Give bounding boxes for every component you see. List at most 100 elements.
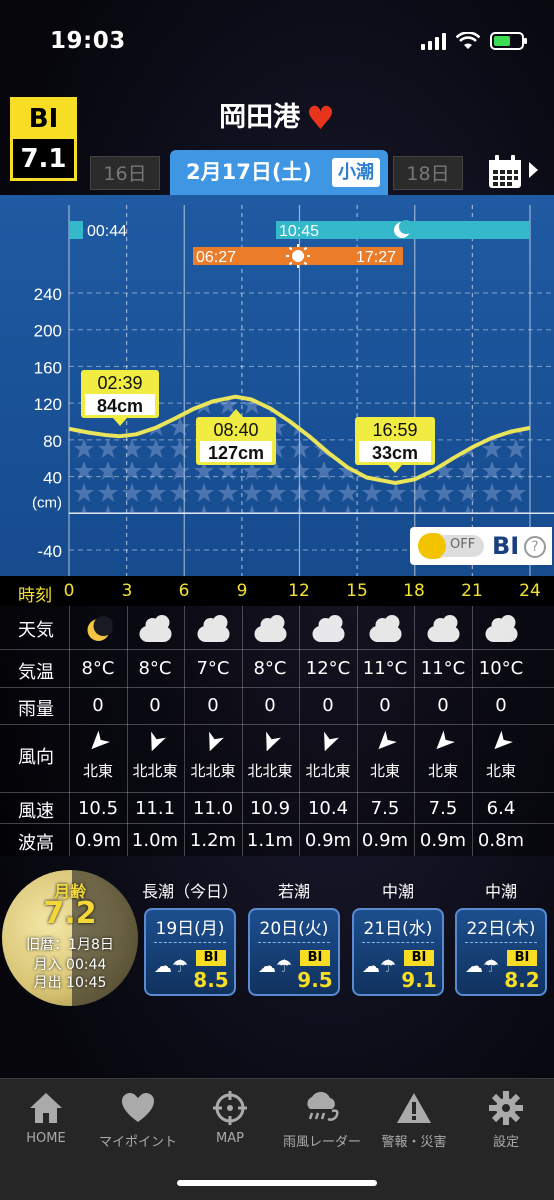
y-tick-label: -40 (37, 542, 62, 561)
hour-tick: 9 (236, 581, 248, 601)
wind-speed-cell: 7.5 (428, 798, 458, 819)
table-divider (472, 606, 473, 856)
wind-direction-cell: 北東 (82, 762, 113, 780)
next-day-button[interactable]: 18日 (393, 156, 463, 190)
moonset-bar (69, 221, 83, 239)
rainfall-cell: 0 (379, 695, 391, 716)
tab-settings[interactable]: 設定 (460, 1091, 552, 1150)
tab-home[interactable]: HOME (0, 1091, 92, 1146)
wind-speed-cell: 11.0 (192, 798, 234, 819)
moonset-time: 00:44 (87, 223, 127, 240)
wind-direction-cell: 北東 (369, 762, 400, 780)
bi-toggle[interactable]: OFF BI ? (410, 527, 552, 565)
status-icons (421, 32, 527, 50)
extreme-height: 33cm (372, 443, 418, 463)
day-card-22[interactable]: 中潮 22日(木) ☁☂ BI 8.2 (451, 878, 551, 996)
wind-speed-cell: 10.4 (307, 798, 349, 819)
y-axis-unit: (cm) (32, 494, 62, 511)
moon-set-time: 月入 00:44 (33, 957, 107, 973)
temperature-cell: 7°C (196, 658, 230, 679)
tide-name: 若潮 (277, 882, 310, 901)
wave-height-cell: 0.8m (477, 830, 525, 851)
cloud-icon (242, 615, 299, 642)
extreme-height: 84cm (97, 396, 143, 416)
y-tick-label: 200 (34, 322, 62, 341)
bi-mini-label: BI (196, 950, 226, 966)
temperature-cell: 10°C (478, 658, 524, 679)
cloud-icon (300, 615, 357, 642)
rainfall-cell: 0 (207, 695, 219, 716)
card-divider (154, 942, 226, 943)
tab-label: 雨風レーダー (282, 1135, 361, 1150)
calendar-icon[interactable] (487, 154, 523, 190)
cloud-icon (185, 615, 242, 642)
wind-arrow-icon (242, 730, 299, 759)
rain-radar-icon (307, 1091, 339, 1121)
signal-icon (421, 32, 446, 50)
tide-name: 中潮 (381, 882, 414, 901)
heart-icon (122, 1093, 154, 1122)
cloud-icon (415, 615, 472, 642)
cloud-umbrella-icon: ☁☂ (154, 956, 189, 977)
row-label: 波高 (18, 833, 54, 854)
chevron-right-icon[interactable] (529, 162, 538, 178)
heart-icon[interactable]: ♥ (306, 99, 335, 137)
tide-name: 長潮（今日） (141, 882, 238, 901)
tab-rain-radar[interactable]: 雨風レーダー (276, 1091, 368, 1150)
wind-arrow-icon (70, 730, 127, 759)
wind-arrow-icon (415, 730, 472, 759)
bi-value: 8.5 (193, 968, 229, 992)
temperature-cell: 8°C (253, 658, 287, 679)
tab-my-point[interactable]: マイポイント (92, 1091, 184, 1150)
wave-height-cell: 0.9m (361, 830, 409, 851)
home-icon (30, 1093, 62, 1123)
time-axis-label: 時刻 (18, 586, 52, 606)
cloud-umbrella-icon: ☁☂ (362, 956, 397, 977)
extreme-pointer (113, 418, 127, 426)
wifi-icon (456, 32, 480, 49)
tide-chart-svg: 240 200 160 120 80 40 -40 (cm) 00:44 10:45 06:27 17… (32, 205, 554, 576)
crescent-icon-cut (399, 220, 413, 234)
table-divider (414, 606, 415, 856)
cloud-umbrella-icon: ☁☂ (258, 956, 293, 977)
day-card-21[interactable]: 中潮 21日(水) ☁☂ BI 9.1 (348, 878, 448, 996)
wind-arrow-icon (185, 730, 242, 759)
prev-day-button[interactable]: 16日 (90, 156, 160, 190)
help-icon[interactable]: ? (524, 536, 546, 558)
rainfall-cell: 0 (149, 695, 161, 716)
wind-direction-cell: 北東 (427, 762, 458, 780)
day-card-20[interactable]: 若潮 20日(火) ☁☂ BI 9.5 (244, 878, 344, 996)
forecast-table: 天気 気温 雨量 風向 風速 波高 8°C 0 北東 10.5 0.9m 8°C 0 北北東 1… (0, 606, 554, 856)
card-divider (362, 942, 434, 943)
extreme-time: 16:59 (372, 420, 417, 440)
rainfall-cell: 0 (495, 695, 507, 716)
rainfall-cell: 0 (437, 695, 449, 716)
sun-icon (292, 250, 304, 262)
current-date-tab: 2月17日(土) 小潮 (170, 150, 388, 195)
wind-arrow-icon (300, 730, 357, 759)
moon-age: 7.2 (43, 896, 97, 931)
wind-speed-cell: 10.9 (249, 798, 291, 819)
day-card-19[interactable]: 長潮（今日） 19日(月) ☁☂ BI 8.5 (140, 878, 240, 996)
y-tick-label: 120 (34, 395, 62, 414)
moon-icon (70, 616, 127, 649)
temperature-cell: 12°C (305, 658, 351, 679)
warning-icon (397, 1093, 431, 1123)
tab-map[interactable]: MAP (184, 1091, 276, 1146)
hour-tick: 12 (288, 581, 310, 601)
moonrise-time: 10:45 (279, 223, 319, 240)
tab-warnings[interactable]: 警報・災害 (368, 1091, 460, 1150)
rainfall-cell: 0 (92, 695, 104, 716)
wave-height-cell: 0.9m (304, 830, 352, 851)
date-navigation: 16日 2月17日(土) 小潮 18日 (0, 150, 554, 195)
toggle-state: OFF (450, 537, 476, 552)
tab-label: MAP (216, 1131, 244, 1146)
bi-mini-label: BI (507, 950, 537, 966)
wind-direction-cell: 北北東 (305, 762, 351, 780)
table-divider (299, 606, 300, 856)
hour-tick: 15 (346, 581, 368, 601)
sunset-time: 17:27 (356, 249, 396, 266)
wind-direction-cell: 北北東 (132, 762, 178, 780)
cloud-umbrella-icon: ☁☂ (465, 956, 500, 977)
status-time: 19:03 (50, 28, 126, 54)
